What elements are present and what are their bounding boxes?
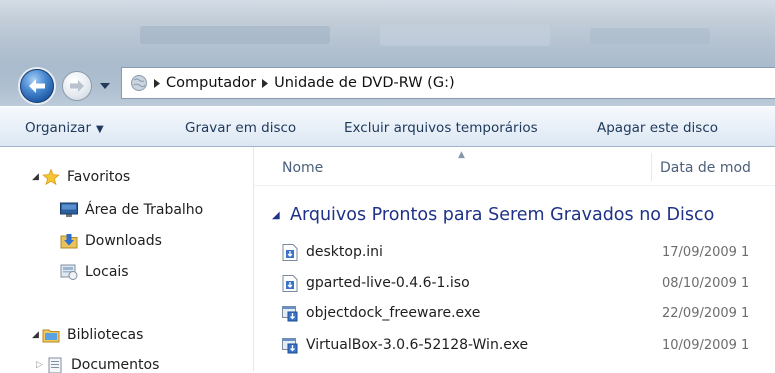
nav-item-locais[interactable]: Locais xyxy=(60,264,129,280)
file-name: desktop.ini xyxy=(306,244,383,260)
recent-places-icon xyxy=(60,264,78,280)
list-item[interactable]: objectdock_freeware.exe 22/09/2009 1 xyxy=(254,300,775,326)
breadcrumb-separator-icon[interactable] xyxy=(154,78,160,88)
navigation-buttons xyxy=(17,66,121,106)
column-header-date-modified[interactable]: Data de mod xyxy=(660,160,751,176)
exe-file-icon xyxy=(282,337,298,353)
title-bar-background-blur xyxy=(380,24,550,46)
exe-file-icon xyxy=(282,305,298,321)
file-name: VirtualBox-3.0.6-52128-Win.exe xyxy=(306,337,529,353)
nav-item-favorites[interactable]: ◢ Favoritos xyxy=(32,169,130,185)
erase-disc-button[interactable]: Apagar este disco xyxy=(597,120,718,136)
group-header[interactable]: ◢ Arquivos Prontos para Serem Gravados n… xyxy=(272,205,714,225)
nav-item-downloads[interactable]: Downloads xyxy=(60,233,162,249)
nav-label: Bibliotecas xyxy=(67,327,144,343)
nav-label: Locais xyxy=(85,264,129,280)
title-bar-background-blur xyxy=(140,26,330,44)
burn-to-disc-button[interactable]: Gravar em disco xyxy=(185,120,296,136)
chevron-down-icon: ▼ xyxy=(96,124,104,135)
sort-ascending-icon: ▲ xyxy=(458,150,465,160)
recent-pages-dropdown[interactable] xyxy=(99,80,111,92)
libraries-folder-icon xyxy=(42,329,60,343)
nav-label: Favoritos xyxy=(67,169,131,185)
file-list-pane: ▲ Nome Data de mod ◢ Arquivos Prontos pa… xyxy=(254,147,775,371)
command-toolbar: Organizar ▼ Gravar em disco Excluir arqui… xyxy=(0,106,775,147)
breadcrumb-separator-icon[interactable] xyxy=(262,78,269,88)
expand-triangle-icon[interactable]: ◢ xyxy=(32,172,42,182)
expand-triangle-icon[interactable]: ◢ xyxy=(32,330,42,340)
address-bar[interactable]: Computador Unidade de DVD-RW (G:) xyxy=(121,67,775,99)
back-button[interactable] xyxy=(20,69,54,103)
star-icon xyxy=(42,169,60,185)
delete-temporary-files-button[interactable]: Excluir arquivos temporários xyxy=(344,120,538,136)
nav-label: Área de Trabalho xyxy=(85,202,204,218)
file-date: 10/09/2009 1 xyxy=(662,337,750,353)
organize-label: Organizar xyxy=(25,120,91,136)
globe-icon xyxy=(131,75,147,91)
column-header-name[interactable]: Nome xyxy=(282,160,323,176)
file-date: 17/09/2009 1 xyxy=(662,244,750,260)
nav-item-libraries[interactable]: ◢ Bibliotecas xyxy=(32,327,143,343)
list-item[interactable]: gparted-live-0.4.6-1.iso 08/10/2009 1 xyxy=(254,270,775,296)
forward-button[interactable] xyxy=(62,71,92,101)
collapsed-triangle-icon[interactable]: ▷ xyxy=(36,360,46,370)
iso-file-icon xyxy=(282,274,298,292)
list-item[interactable]: VirtualBox-3.0.6-52128-Win.exe 10/09/200… xyxy=(254,332,775,358)
forward-arrow-icon xyxy=(70,80,84,92)
chevron-down-icon xyxy=(100,82,110,89)
file-date: 22/09/2009 1 xyxy=(662,305,750,321)
file-name: gparted-live-0.4.6-1.iso xyxy=(306,275,470,291)
file-name: objectdock_freeware.exe xyxy=(306,305,481,321)
nav-label: Downloads xyxy=(85,233,162,249)
breadcrumb-computer[interactable]: Computador xyxy=(166,75,256,91)
ini-file-icon xyxy=(282,243,298,261)
organize-menu-button[interactable]: Organizar ▼ xyxy=(25,120,104,136)
back-arrow-icon xyxy=(29,79,45,93)
collapse-triangle-icon[interactable]: ◢ xyxy=(272,210,282,221)
navigation-pane: ◢ Favoritos Área de Trabalho Downloads L… xyxy=(0,147,253,373)
desktop-icon xyxy=(60,202,78,217)
nav-item-desktop[interactable]: Área de Trabalho xyxy=(60,202,203,218)
downloads-folder-icon xyxy=(60,234,78,249)
group-title: Arquivos Prontos para Serem Gravados no … xyxy=(290,205,715,225)
column-divider[interactable] xyxy=(651,153,652,181)
window-title-bar: Computador Unidade de DVD-RW (G:) xyxy=(0,0,775,106)
file-date: 08/10/2009 1 xyxy=(662,275,750,291)
divider xyxy=(254,185,775,186)
breadcrumb-dvd-drive[interactable]: Unidade de DVD-RW (G:) xyxy=(274,75,455,91)
list-item[interactable]: desktop.ini 17/09/2009 1 xyxy=(254,239,775,265)
title-bar-background-blur xyxy=(590,28,710,44)
